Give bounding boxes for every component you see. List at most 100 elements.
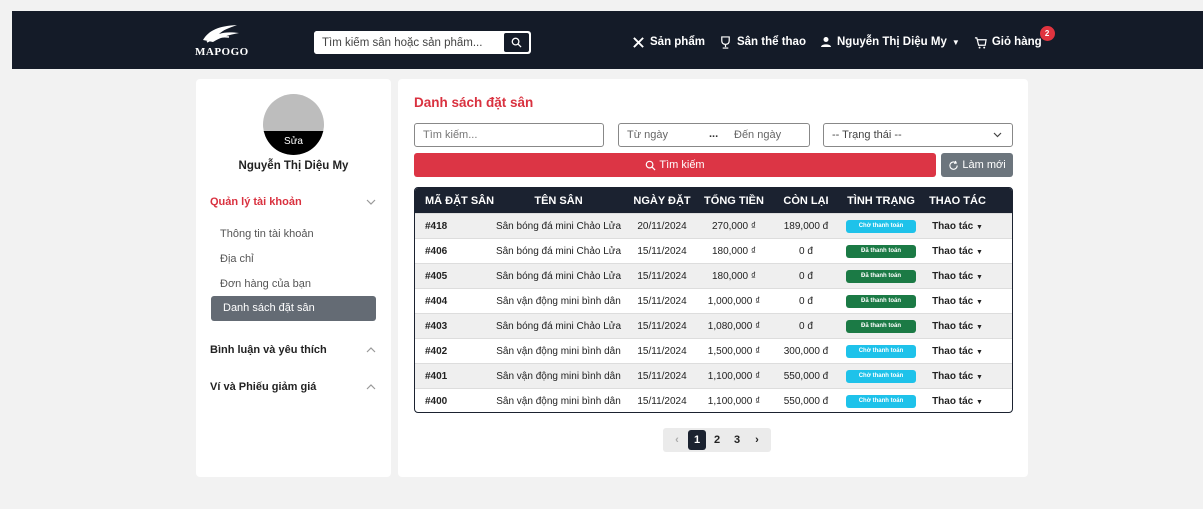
page-title: Danh sách đặt sân bbox=[414, 95, 534, 110]
table-row[interactable]: #404 Sân vận động mini bình dân 15/11/2024… bbox=[415, 288, 1012, 313]
date-range-picker[interactable]: Từ ngày ... Đến ngày bbox=[618, 123, 810, 147]
actions-dropdown[interactable]: Thao tác ▼ bbox=[921, 296, 994, 307]
to-date-field[interactable]: Đến ngày bbox=[734, 129, 781, 141]
status-cell: Chờ thanh toán bbox=[841, 369, 921, 383]
nav-products[interactable]: Sản phẩm bbox=[632, 36, 705, 49]
col-header-remaining[interactable]: CÒN LẠI bbox=[771, 195, 841, 207]
menu-group-wallet[interactable]: Ví và Phiếu giảm giá bbox=[210, 381, 376, 393]
booking-id-cell[interactable]: #418 bbox=[415, 221, 490, 232]
sidebar-item-bookings[interactable]: Danh sách đặt sân bbox=[211, 296, 376, 321]
booking-search-input[interactable] bbox=[414, 123, 604, 147]
nav-user-menu[interactable]: Nguyễn Thị Diệu My ▼ bbox=[820, 36, 960, 48]
booking-date-cell: 15/11/2024 bbox=[637, 345, 687, 357]
pagination-next[interactable]: › bbox=[748, 430, 766, 450]
col-header-booking-id[interactable]: MÃ ĐẶT SÂN bbox=[415, 195, 494, 207]
col-header-total[interactable]: TỔNG TIỀN bbox=[697, 195, 771, 207]
status-cell: Đã thanh toán bbox=[841, 244, 921, 258]
field-name-cell: Sân bóng đá mini Chảo Lửa bbox=[495, 245, 622, 257]
sidebar-item-address[interactable]: Địa chỉ bbox=[220, 253, 254, 265]
remaining-cell: 0 đ bbox=[799, 270, 813, 282]
actions-dropdown[interactable]: Thao tác ▼ bbox=[921, 221, 994, 232]
status-badge: Chờ thanh toán bbox=[846, 345, 916, 358]
actions-dropdown[interactable]: Thao tác ▼ bbox=[921, 371, 994, 382]
table-row[interactable]: #418 Sân bóng đá mini Chảo Lửa 20/11/2024 2… bbox=[415, 213, 1012, 238]
booking-id-cell[interactable]: #403 bbox=[415, 321, 490, 332]
actions-dropdown[interactable]: Thao tác ▼ bbox=[921, 246, 994, 257]
pagination-prev[interactable]: ‹ bbox=[668, 430, 686, 450]
field-name-cell: Sân bóng đá mini Chảo Lửa bbox=[495, 320, 622, 332]
actions-dropdown[interactable]: Thao tác ▼ bbox=[921, 396, 994, 407]
col-header-booking-date[interactable]: NGÀY ĐẶT bbox=[627, 195, 697, 207]
booking-id-cell[interactable]: #405 bbox=[415, 271, 490, 282]
table-row[interactable]: #401 Sân vận động mini bình dân 15/11/2024… bbox=[415, 363, 1012, 388]
booking-date-cell: 15/11/2024 bbox=[637, 320, 687, 332]
col-header-status[interactable]: TÌNH TRẠNG bbox=[841, 195, 921, 207]
brand-logo[interactable]: MAPOGO bbox=[195, 22, 251, 62]
actions-label: Thao tác bbox=[932, 220, 974, 232]
booking-date-cell: 15/11/2024 bbox=[637, 270, 687, 282]
bookings-table: MÃ ĐẶT SÂN TÊN SÂN NGÀY ĐẶT TỔNG TIỀN CÒ… bbox=[414, 187, 1013, 413]
status-select[interactable]: -- Trạng thái -- bbox=[823, 123, 1013, 147]
pagination-page-2[interactable]: 2 bbox=[708, 430, 726, 450]
actions-label: Thao tác bbox=[932, 370, 974, 382]
logo-text: MAPOGO bbox=[195, 46, 249, 58]
status-badge: Đã thanh toán bbox=[846, 245, 916, 258]
refresh-icon bbox=[949, 160, 959, 170]
search-button[interactable]: Tìm kiếm bbox=[414, 153, 936, 177]
booking-id-cell[interactable]: #402 bbox=[415, 346, 490, 357]
booking-date-cell: 20/11/2024 bbox=[637, 220, 687, 232]
reset-button[interactable]: Làm mới bbox=[941, 153, 1013, 177]
status-cell: Chờ thanh toán bbox=[841, 394, 921, 408]
total-cell: 1,500,000 ₫ bbox=[707, 345, 761, 357]
booking-id-cell[interactable]: #400 bbox=[415, 396, 490, 407]
menu-group-account[interactable]: Quản lý tài khoản bbox=[210, 196, 376, 208]
nav-user-name: Nguyễn Thị Diệu My bbox=[836, 36, 947, 48]
booking-id-cell[interactable]: #401 bbox=[415, 371, 490, 382]
actions-label: Thao tác bbox=[932, 270, 974, 282]
field-name-cell: Sân bóng đá mini Chảo Lửa bbox=[495, 220, 622, 232]
actions-dropdown[interactable]: Thao tác ▼ bbox=[921, 271, 994, 282]
table-row[interactable]: #405 Sân bóng đá mini Chảo Lửa 15/11/2024 1… bbox=[415, 263, 1012, 288]
bookings-panel: Danh sách đặt sân Từ ngày ... Đến ngày -… bbox=[398, 79, 1028, 477]
status-badge: Chờ thanh toán bbox=[846, 370, 916, 383]
col-header-field-name[interactable]: TÊN SÂN bbox=[490, 195, 627, 207]
from-date-field[interactable]: Từ ngày bbox=[627, 129, 668, 141]
table-row[interactable]: #400 Sân vận động mini bình dân 15/11/2024… bbox=[415, 388, 1012, 412]
menu-group-wallet-label: Ví và Phiếu giảm giá bbox=[210, 381, 317, 393]
pagination-page-1[interactable]: 1 bbox=[688, 430, 706, 450]
booking-id-cell[interactable]: #406 bbox=[415, 246, 490, 257]
global-search-button[interactable] bbox=[503, 32, 530, 53]
search-button-label: Tìm kiếm bbox=[659, 159, 705, 171]
date-range-separator: ... bbox=[709, 128, 719, 140]
sidebar-item-account-info[interactable]: Thông tin tài khoản bbox=[220, 228, 314, 240]
tools-icon bbox=[633, 36, 644, 48]
booking-id-cell[interactable]: #404 bbox=[415, 296, 490, 307]
booking-date-cell: 15/11/2024 bbox=[637, 245, 687, 257]
global-search-input[interactable] bbox=[314, 31, 504, 54]
actions-dropdown[interactable]: Thao tác ▼ bbox=[921, 321, 994, 332]
chevron-down-icon bbox=[993, 132, 1002, 138]
caret-down-icon: ▼ bbox=[951, 37, 960, 47]
nav-cart[interactable]: Giỏ hàng 2 bbox=[974, 25, 1055, 49]
user-icon bbox=[820, 37, 831, 47]
status-badge: Đã thanh toán bbox=[846, 320, 916, 333]
table-row[interactable]: #406 Sân bóng đá mini Chảo Lửa 15/11/2024 1… bbox=[415, 238, 1012, 263]
avatar-edit-button[interactable]: Sửa bbox=[263, 131, 324, 155]
caret-down-icon: ▼ bbox=[975, 273, 983, 281]
caret-down-icon: ▼ bbox=[975, 398, 983, 406]
chevron-up-icon bbox=[366, 384, 376, 390]
table-row[interactable]: #402 Sân vận động mini bình dân 15/11/2024… bbox=[415, 338, 1012, 363]
remaining-cell: 189,000 đ bbox=[783, 220, 829, 232]
avatar[interactable]: Sửa bbox=[263, 94, 324, 155]
pagination-page-3[interactable]: 3 bbox=[728, 430, 746, 450]
menu-group-comments[interactable]: Bình luận và yêu thích bbox=[210, 344, 376, 356]
remaining-cell: 0 đ bbox=[799, 245, 813, 257]
total-cell: 180,000 ₫ bbox=[711, 245, 757, 257]
sidebar-item-orders[interactable]: Đơn hàng của bạn bbox=[220, 278, 311, 290]
total-cell: 1,080,000 ₫ bbox=[707, 320, 761, 332]
caret-down-icon: ▼ bbox=[975, 373, 983, 381]
status-badge: Đã thanh toán bbox=[846, 295, 916, 308]
nav-sport-fields[interactable]: Sân thể thao bbox=[719, 35, 806, 49]
actions-dropdown[interactable]: Thao tác ▼ bbox=[921, 346, 994, 357]
table-row[interactable]: #403 Sân bóng đá mini Chảo Lửa 15/11/2024 1… bbox=[415, 313, 1012, 338]
